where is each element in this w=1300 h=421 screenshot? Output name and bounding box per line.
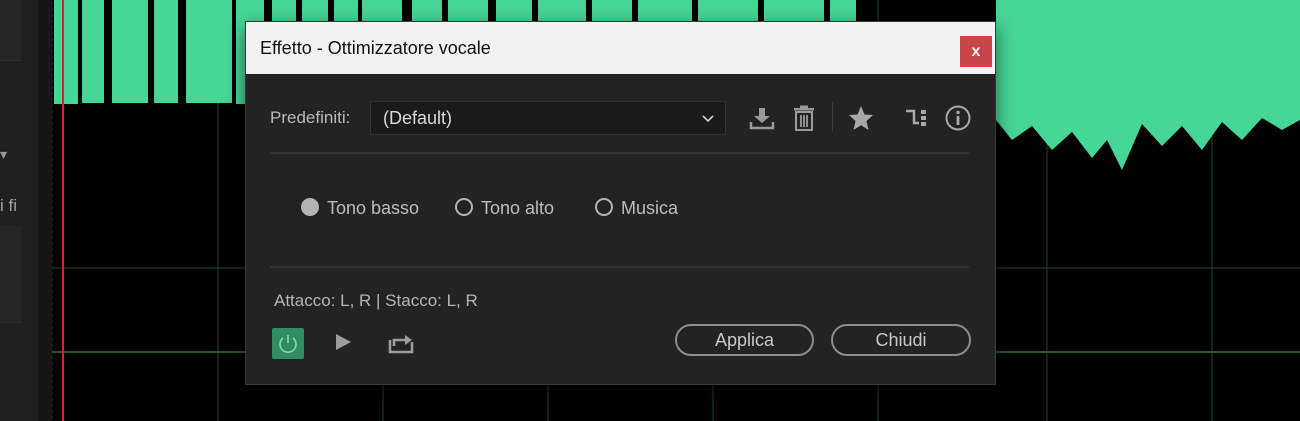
panel-label: i fi — [0, 196, 17, 215]
power-toggle-button[interactable] — [272, 328, 304, 359]
delete-preset-icon[interactable] — [790, 104, 818, 132]
panel-row — [0, 226, 22, 259]
radio-label: Musica — [621, 198, 679, 218]
download-preset-icon[interactable] — [748, 104, 776, 132]
panel-row — [0, 258, 22, 291]
left-panel: ▾ i fi — [0, 0, 38, 421]
radio-unselected-icon — [595, 198, 613, 216]
dialog-titlebar[interactable]: Effetto - Ottimizzatore vocale x — [246, 22, 995, 74]
radio-label: Tono basso — [327, 198, 420, 218]
preset-value: (Default) — [383, 108, 453, 128]
info-icon[interactable] — [944, 104, 972, 132]
play-icon[interactable] — [332, 330, 354, 354]
preset-dropdown[interactable]: (Default) — [370, 101, 726, 135]
playhead[interactable] — [62, 0, 64, 421]
effect-dialog: Effetto - Ottimizzatore vocale x Predefi… — [246, 22, 995, 384]
radio-selected-icon — [301, 198, 319, 216]
power-icon — [279, 335, 297, 354]
section-divider — [270, 266, 969, 268]
radio-label: Tono alto — [481, 198, 555, 218]
panel-row — [0, 0, 22, 29]
dropdown-arrow-icon[interactable]: ▾ — [0, 146, 7, 163]
loop-icon[interactable] — [386, 330, 416, 356]
chevron-down-icon — [702, 115, 714, 123]
apply-button[interactable]: Applica — [675, 324, 814, 356]
channel-status: Attacco: L, R | Stacco: L, R — [274, 291, 478, 310]
dialog-title: Effetto - Ottimizzatore vocale — [260, 38, 491, 58]
routing-icon[interactable] — [903, 104, 931, 132]
preset-label: Predefiniti: — [270, 108, 351, 127]
close-dialog-button[interactable]: Chiudi — [831, 324, 971, 356]
close-button[interactable]: x — [960, 36, 992, 67]
panel-separator — [38, 0, 52, 421]
panel-row — [0, 28, 22, 61]
section-divider — [270, 152, 969, 154]
toolbar-separator — [832, 102, 833, 132]
panel-row — [0, 290, 22, 323]
favorite-star-icon[interactable] — [847, 104, 875, 132]
radio-unselected-icon — [455, 198, 473, 216]
